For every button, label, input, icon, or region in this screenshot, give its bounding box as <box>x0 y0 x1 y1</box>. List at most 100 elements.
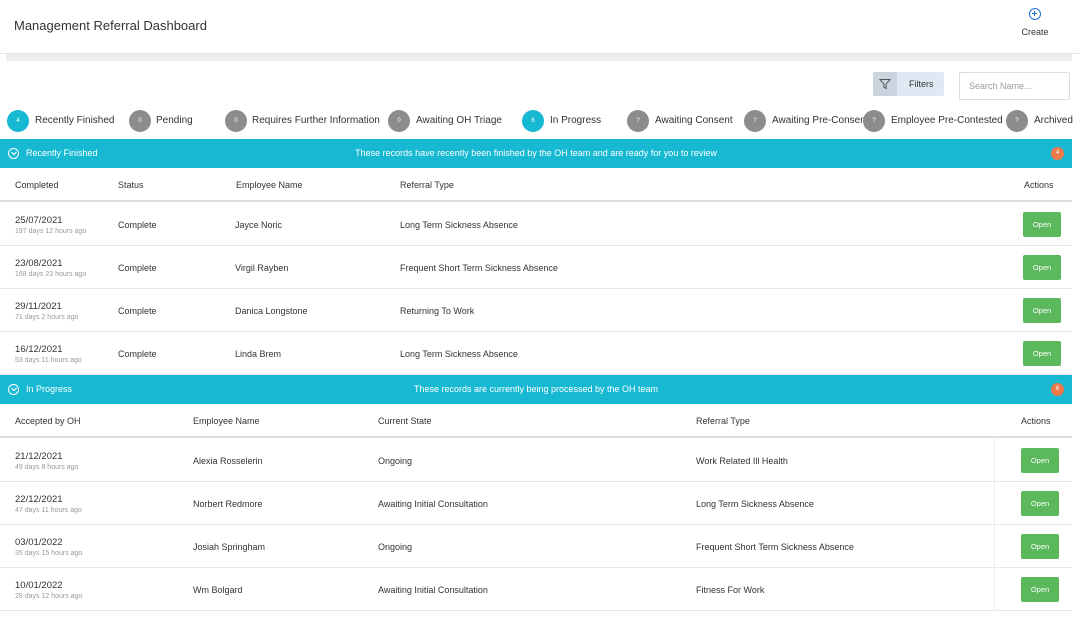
accepted-date: 10/01/2022 <box>15 580 63 591</box>
column-header: Completed <box>15 180 59 190</box>
employee-name-cell: Wm Bolgard <box>193 585 243 595</box>
create-button[interactable]: Create <box>1016 7 1054 37</box>
open-button[interactable]: Open <box>1021 534 1059 559</box>
referral-type-cell: Work Related Ill Health <box>696 456 788 466</box>
tab-label: Requires Further Information <box>252 115 380 126</box>
column-header: Status <box>118 180 144 190</box>
open-button[interactable]: Open <box>1023 341 1061 366</box>
completed-date: 16/12/2021 <box>15 344 63 355</box>
section-message: These records are currently being proces… <box>413 384 659 394</box>
column-header: Referral Type <box>696 416 750 426</box>
table-row: 10/01/2022 28 days 12 hours ago Wm Bolga… <box>0 568 1072 611</box>
tab-label: Awaiting OH Triage <box>416 115 502 126</box>
open-button[interactable]: Open <box>1023 212 1061 237</box>
status-cell: Complete <box>118 306 157 316</box>
open-button[interactable]: Open <box>1021 577 1059 602</box>
open-button[interactable]: Open <box>1023 255 1061 280</box>
tab-count-badge: ? <box>1006 110 1028 132</box>
current-state-cell: Ongoing <box>378 456 413 466</box>
column-header: Employee Name <box>236 180 303 190</box>
section-message: These records have recently been finishe… <box>355 148 717 158</box>
column-header: Employee Name <box>193 416 260 426</box>
employee-name-cell: Linda Brem <box>235 349 282 359</box>
tab-count-badge: ? <box>744 110 766 132</box>
completed-date: 29/11/2021 <box>15 301 62 312</box>
table-header: Completed Status Employee Name Referral … <box>0 168 1072 202</box>
table-row: 23/08/2021 168 days 23 hours ago Complet… <box>0 246 1072 289</box>
current-state-cell: Awaiting Initial Consultation <box>378 499 488 509</box>
referral-type-cell: Long Term Sickness Absence <box>696 499 814 509</box>
time-ago: 168 days 23 hours ago <box>15 271 87 278</box>
recently-finished-header[interactable]: These records have recently been finishe… <box>0 139 1072 168</box>
current-state-cell: Awaiting Initial Consultation <box>378 585 488 595</box>
current-state-cell: Ongoing <box>378 542 413 552</box>
tab-label: Recently Finished <box>35 115 115 126</box>
referral-type-cell: Frequent Short Term Sickness Absence <box>400 263 558 273</box>
tab-count-badge: ? <box>627 110 649 132</box>
table-header: Accepted by OH Employee Name Current Sta… <box>0 404 1072 438</box>
time-ago: 71 days 2 hours ago <box>15 314 79 321</box>
search-input[interactable] <box>959 72 1070 100</box>
open-button[interactable]: Open <box>1023 298 1061 323</box>
filters-button[interactable]: Filters <box>873 72 944 96</box>
filter-icon <box>873 72 897 96</box>
page-header: Management Referral Dashboard Create <box>0 0 1080 54</box>
chevron-down-icon <box>8 384 19 395</box>
completed-date: 25/07/2021 <box>15 215 63 226</box>
open-button[interactable]: Open <box>1021 448 1059 473</box>
tab-count-badge: 0 <box>129 110 151 132</box>
table-row: 22/12/2021 47 days 11 hours ago Norbert … <box>0 482 1072 525</box>
in-progress-header[interactable]: These records are currently being proces… <box>0 375 1072 404</box>
employee-name-cell: Danica Longstone <box>235 306 308 316</box>
status-tabs: 4 Recently Finished 0 Pending 0 Requires… <box>0 108 1080 134</box>
time-ago: 28 days 12 hours ago <box>15 593 83 600</box>
subheader-bar <box>6 54 1072 61</box>
tab-count-badge: ? <box>863 110 885 132</box>
chevron-down-icon <box>8 148 19 159</box>
time-ago: 47 days 11 hours ago <box>15 507 82 514</box>
referral-type-cell: Fitness For Work <box>696 585 765 595</box>
tab-count-badge: 6 <box>522 110 544 132</box>
column-divider <box>994 525 995 568</box>
column-header: Actions <box>1021 416 1051 426</box>
column-divider <box>994 482 995 525</box>
tab-label: Employee Pre-Contested <box>891 115 1003 126</box>
column-header: Referral Type <box>400 180 454 190</box>
status-cell: Complete <box>118 349 157 359</box>
column-divider <box>994 439 995 482</box>
status-cell: Complete <box>118 220 157 230</box>
table-row: 29/11/2021 71 days 2 hours ago Complete … <box>0 289 1072 332</box>
tab-count-badge: 4 <box>7 110 29 132</box>
tab-label: In Progress <box>550 115 602 126</box>
section-count-badge: 4 <box>1051 147 1064 160</box>
accepted-date: 22/12/2021 <box>15 494 63 505</box>
section-count-badge: 6 <box>1051 383 1064 396</box>
employee-name-cell: Jayce Noric <box>235 220 283 230</box>
accepted-date: 21/12/2021 <box>15 451 63 462</box>
referral-type-cell: Long Term Sickness Absence <box>400 349 518 359</box>
time-ago: 197 days 12 hours ago <box>15 228 87 235</box>
table-row: 16/12/2021 53 days 11 hours ago Complete… <box>0 332 1072 375</box>
filters-label: Filters <box>909 79 934 89</box>
referral-type-cell: Returning To Work <box>400 306 475 316</box>
tab-label: Archived <box>1034 115 1073 126</box>
section-title: Recently Finished <box>26 148 98 158</box>
employee-name-cell: Alexia Rosselerin <box>193 456 263 466</box>
time-ago: 53 days 11 hours ago <box>15 357 82 364</box>
tab-count-badge: 0 <box>225 110 247 132</box>
tab-label: Awaiting Consent <box>655 115 733 126</box>
section-title: In Progress <box>26 384 73 394</box>
tab-count-badge: 0 <box>388 110 410 132</box>
create-label: Create <box>1021 27 1049 37</box>
referral-type-cell: Long Term Sickness Absence <box>400 220 518 230</box>
table-row: 03/01/2022 35 days 15 hours ago Josiah S… <box>0 525 1072 568</box>
status-cell: Complete <box>118 263 157 273</box>
column-header: Actions <box>1024 180 1054 190</box>
accepted-date: 03/01/2022 <box>15 537 63 548</box>
open-button[interactable]: Open <box>1021 491 1059 516</box>
table-row: 21/12/2021 49 days 8 hours ago Alexia Ro… <box>0 439 1072 482</box>
employee-name-cell: Norbert Redmore <box>193 499 263 509</box>
plus-circle-icon <box>1029 8 1041 20</box>
time-ago: 35 days 15 hours ago <box>15 550 83 557</box>
tab-label: Awaiting Pre-Consen <box>772 115 866 126</box>
